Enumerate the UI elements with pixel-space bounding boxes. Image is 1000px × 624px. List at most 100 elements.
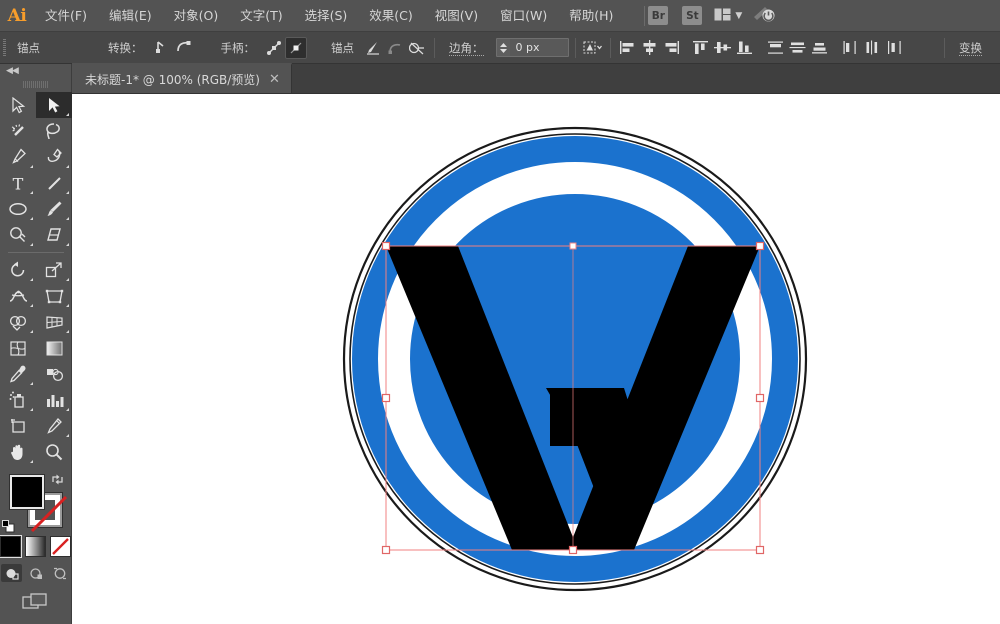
- search-adobe-icon[interactable]: [752, 4, 776, 28]
- menu-window[interactable]: 窗口(W): [489, 0, 558, 32]
- tool-direct-selection[interactable]: [0, 92, 36, 118]
- app-logo-icon: Ai: [7, 5, 27, 26]
- swap-fill-stroke-icon[interactable]: [51, 471, 64, 485]
- tool-shaper[interactable]: [0, 222, 36, 248]
- align-bottom-button[interactable]: [734, 37, 756, 59]
- control-divider-2: [574, 37, 576, 58]
- menu-file[interactable]: 文件(F): [34, 0, 98, 32]
- align-left-button[interactable]: [617, 37, 639, 59]
- tool-curvature[interactable]: [36, 144, 72, 170]
- tool-magic-wand[interactable]: [0, 118, 36, 144]
- tool-column-graph[interactable]: [36, 387, 72, 413]
- bridge-icon[interactable]: Br: [648, 6, 669, 25]
- none-mode-button[interactable]: [51, 537, 70, 556]
- corner-radius-field[interactable]: 0 px: [495, 38, 569, 57]
- change-screen-mode-button[interactable]: [21, 592, 50, 616]
- distribute-right-button[interactable]: [884, 37, 906, 59]
- tool-grid: T: [0, 90, 72, 465]
- menu-effect[interactable]: 效果(C): [358, 0, 423, 32]
- handles-label: 手柄：: [220, 40, 256, 55]
- tool-flyout-indicator: [66, 434, 69, 437]
- stock-icon[interactable]: St: [682, 6, 703, 25]
- tool-paintbrush[interactable]: [36, 196, 72, 222]
- distribute-top-button[interactable]: [765, 37, 787, 59]
- tool-scale[interactable]: [36, 257, 72, 283]
- distribute-bottom-button[interactable]: [809, 37, 831, 59]
- menu-select[interactable]: 选择(S): [294, 0, 359, 32]
- tool-symbol-sprayer[interactable]: [0, 387, 36, 413]
- menu-object[interactable]: 对象(O): [163, 0, 230, 32]
- menu-type[interactable]: 文字(T): [229, 0, 293, 32]
- distribute-horizontal-center-button[interactable]: [862, 37, 884, 59]
- draw-inside-button[interactable]: [49, 564, 70, 582]
- close-icon[interactable]: ✕: [269, 73, 280, 86]
- tool-ellipse[interactable]: [0, 196, 36, 222]
- tool-blend[interactable]: [36, 361, 72, 387]
- collapse-panel-icon[interactable]: ◀◀: [6, 66, 19, 76]
- cut-path-button[interactable]: [406, 37, 428, 59]
- tool-lasso[interactable]: [36, 118, 72, 144]
- tool-rotate[interactable]: [0, 257, 36, 283]
- tool-hand[interactable]: [0, 439, 36, 465]
- connect-anchors-button[interactable]: [384, 37, 406, 59]
- workspace-switcher[interactable]: ▼: [714, 6, 742, 25]
- corner-radius-value[interactable]: 0 px: [509, 39, 568, 56]
- tool-artboard[interactable]: [0, 413, 36, 439]
- remove-anchor-button[interactable]: [362, 37, 384, 59]
- tool-mesh[interactable]: [0, 335, 36, 361]
- tool-selection[interactable]: [36, 92, 72, 118]
- convert-to-smooth-button[interactable]: [173, 37, 195, 59]
- tool-type[interactable]: T: [0, 170, 36, 196]
- fill-stroke-controls: [0, 471, 72, 533]
- align-vertical-center-button[interactable]: [712, 37, 734, 59]
- control-divider-4: [944, 37, 945, 58]
- tool-slice[interactable]: [36, 413, 72, 439]
- align-right-button[interactable]: [661, 37, 683, 59]
- menu-view[interactable]: 视图(V): [424, 0, 489, 32]
- tool-flyout-indicator: [66, 217, 69, 220]
- color-mode-button[interactable]: [0, 535, 22, 558]
- tool-perspective-grid[interactable]: [36, 309, 72, 335]
- tool-width[interactable]: [0, 283, 36, 309]
- document-tab[interactable]: 未标题-1* @ 100% (RGB/预览) ✕: [72, 63, 292, 93]
- tool-free-transform[interactable]: [36, 283, 72, 309]
- tool-eyedropper[interactable]: [0, 361, 36, 387]
- fill-swatch[interactable]: [10, 475, 44, 509]
- tool-flyout-indicator: [30, 243, 33, 246]
- default-fill-stroke-icon[interactable]: [2, 518, 15, 533]
- show-handles-button[interactable]: [263, 37, 285, 59]
- draw-modes-row: [0, 564, 71, 582]
- menu-bar: Ai 文件(F) 编辑(E) 对象(O) 文字(T) 选择(S) 效果(C) 视…: [0, 0, 1000, 32]
- tool-zoom[interactable]: [36, 439, 72, 465]
- isolate-selected-object-button[interactable]: [582, 37, 604, 59]
- draw-behind-button[interactable]: [25, 564, 46, 582]
- tools-panel-header: ◀◀: [0, 64, 71, 78]
- convert-to-corner-button[interactable]: [151, 37, 173, 59]
- distribute-vertical-center-button[interactable]: [787, 37, 809, 59]
- tool-pen[interactable]: [0, 144, 36, 170]
- tool-gradient[interactable]: [36, 335, 72, 361]
- hide-handles-button[interactable]: [285, 36, 307, 59]
- tools-panel-grip[interactable]: [0, 78, 71, 90]
- draw-normal-button[interactable]: [1, 564, 22, 582]
- gradient-mode-button[interactable]: [26, 537, 45, 556]
- corner-stepper[interactable]: [497, 42, 510, 53]
- tools-panel: ◀◀ T: [0, 64, 72, 624]
- control-bar-grip[interactable]: [0, 32, 9, 64]
- transform-menu-button[interactable]: 变换: [951, 40, 990, 56]
- menu-help[interactable]: 帮助(H): [558, 0, 624, 32]
- tool-shape-builder[interactable]: [0, 309, 36, 335]
- tool-flyout-indicator: [66, 408, 69, 411]
- tool-flyout-indicator: [30, 330, 33, 333]
- document-tab-bar: 未标题-1* @ 100% (RGB/预览) ✕: [72, 63, 1000, 94]
- w-logo-artwork[interactable]: [72, 94, 1000, 624]
- align-top-button[interactable]: [690, 37, 712, 59]
- tool-flyout-indicator: [30, 408, 33, 411]
- control-bar: 锚点 转换： 手柄： 锚点 边角： 0 px 变换: [0, 32, 1000, 64]
- distribute-left-button[interactable]: [840, 37, 862, 59]
- tool-eraser[interactable]: [36, 222, 72, 248]
- menu-edit[interactable]: 编辑(E): [98, 0, 163, 32]
- tool-line-segment[interactable]: [36, 170, 72, 196]
- document-canvas[interactable]: [72, 94, 1000, 624]
- align-horizontal-center-button[interactable]: [639, 37, 661, 59]
